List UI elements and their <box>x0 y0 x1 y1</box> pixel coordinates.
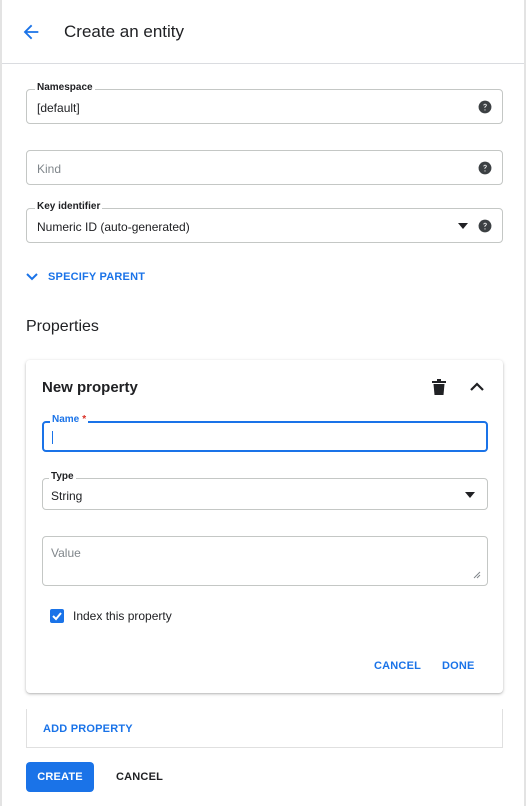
property-type-select[interactable]: Type String <box>42 471 488 510</box>
add-property-button[interactable]: ADD PROPERTY <box>43 723 133 735</box>
key-identifier-value: Numeric ID (auto-generated) <box>37 220 190 234</box>
cancel-button[interactable]: CANCEL <box>116 771 163 783</box>
help-icon[interactable] <box>478 100 492 114</box>
property-name-label: Name * <box>50 414 89 425</box>
create-entity-page: Create an entity Namespace [default] Kin… <box>0 0 526 806</box>
property-type-label: Type <box>49 471 76 482</box>
arrow-left-icon[interactable] <box>20 21 42 43</box>
property-type-value: String <box>51 489 83 503</box>
create-button[interactable]: CREATE <box>26 762 94 792</box>
dropdown-caret-icon <box>458 223 468 229</box>
specify-parent-label: SPECIFY PARENT <box>48 271 146 283</box>
page-title: Create an entity <box>64 22 185 41</box>
help-icon[interactable] <box>478 161 492 175</box>
checkbox-checked-icon[interactable] <box>50 609 64 623</box>
dropdown-caret-icon <box>465 492 475 498</box>
property-name-input[interactable]: Name * <box>42 414 488 452</box>
key-identifier-select[interactable]: Key identifier Numeric ID (auto-generate… <box>26 201 503 243</box>
property-value-placeholder: Value <box>51 546 81 560</box>
kind-placeholder: Kind <box>37 162 62 176</box>
properties-heading: Properties <box>26 318 99 335</box>
new-property-title: New property <box>42 379 138 396</box>
chevron-down-icon <box>26 273 38 281</box>
resize-handle-icon[interactable] <box>473 571 481 579</box>
property-done-button[interactable]: DONE <box>442 660 475 672</box>
namespace-field[interactable]: Namespace [default] <box>26 82 503 124</box>
new-property-card: New property Name * Type String Value In… <box>26 360 503 693</box>
chevron-up-icon[interactable] <box>470 382 484 392</box>
help-icon[interactable] <box>478 219 492 233</box>
page-header: Create an entity <box>2 0 524 64</box>
add-property-section: ADD PROPERTY <box>26 709 503 748</box>
specify-parent-button[interactable]: SPECIFY PARENT <box>26 271 145 283</box>
required-marker: * <box>82 414 87 425</box>
text-cursor <box>52 431 53 444</box>
property-cancel-button[interactable]: CANCEL <box>374 660 421 672</box>
index-property-label: Index this property <box>73 609 172 623</box>
property-value-textarea[interactable]: Value <box>42 536 488 586</box>
key-identifier-label: Key identifier <box>35 201 103 212</box>
index-property-checkbox[interactable]: Index this property <box>50 609 172 623</box>
namespace-value: [default] <box>37 101 80 115</box>
namespace-label: Namespace <box>35 82 95 93</box>
trash-icon[interactable] <box>432 379 446 395</box>
kind-field[interactable]: Kind <box>26 150 503 185</box>
